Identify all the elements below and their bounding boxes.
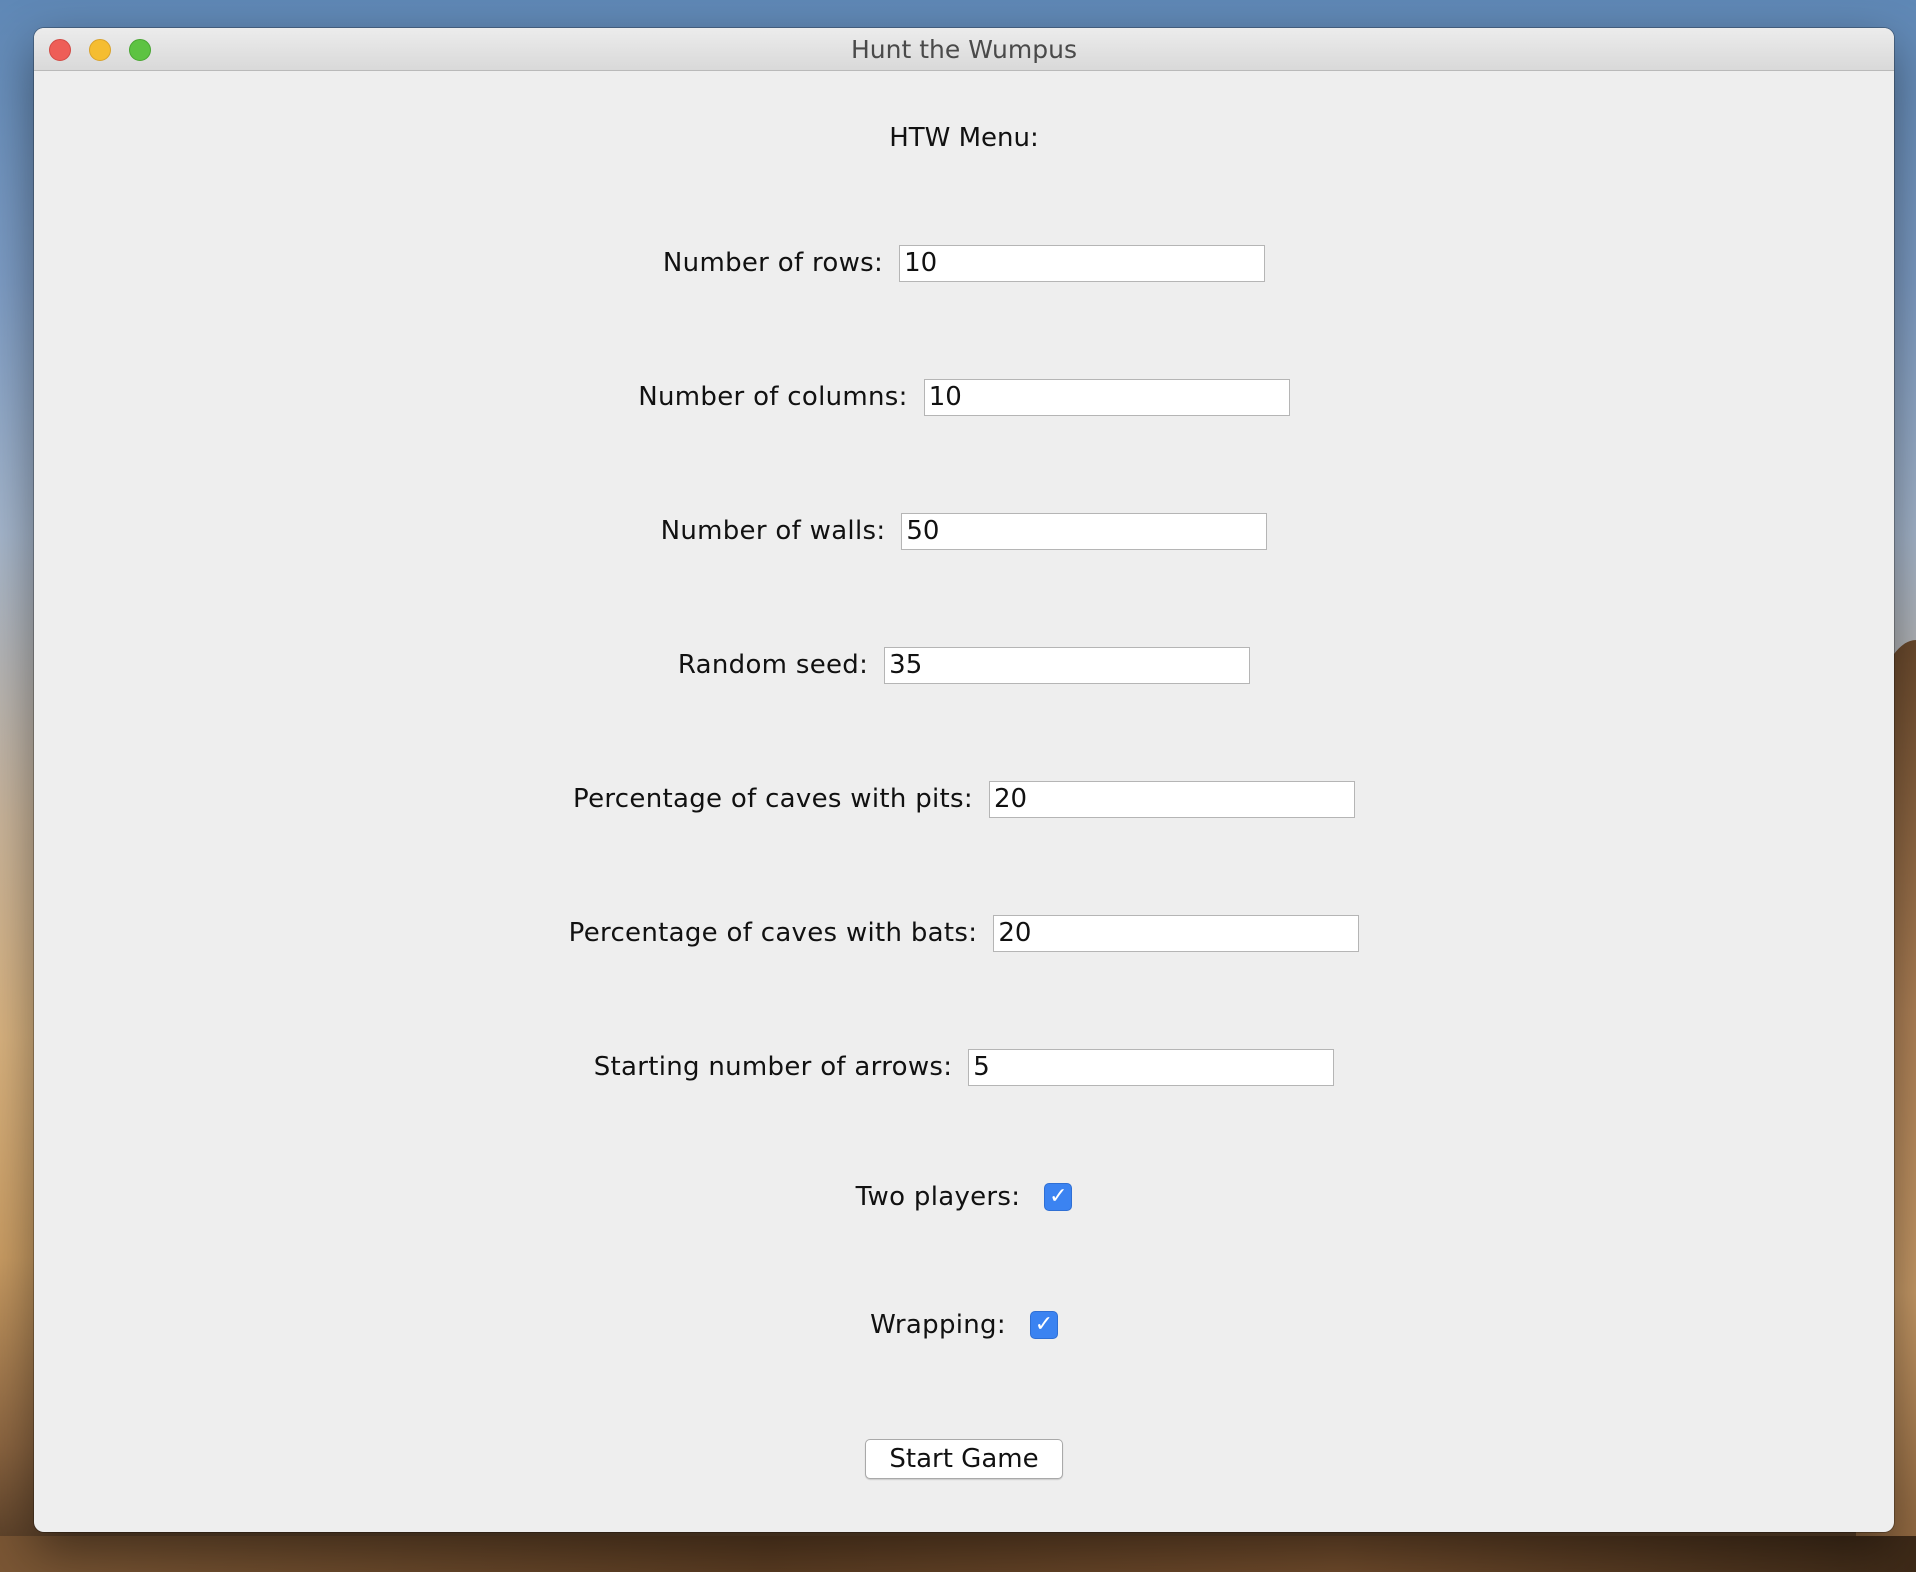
arrows-input[interactable]: [968, 1048, 1335, 1086]
two-players-checkbox[interactable]: ✓: [1044, 1183, 1073, 1211]
bats-label: Percentage of caves with bats:: [568, 918, 978, 948]
walls-setting: Number of walls:: [34, 511, 1894, 551]
pits-input[interactable]: [988, 780, 1355, 818]
title-bar[interactable]: Hunt the Wumpus: [34, 28, 1894, 71]
app-window: Hunt the Wumpus HTW Menu: Number of rows…: [34, 28, 1894, 1532]
arrows-label: Starting number of arrows:: [593, 1052, 953, 1082]
bats-setting: Percentage of caves with bats:: [34, 913, 1894, 953]
check-mark-icon: ✓: [1049, 1184, 1068, 1209]
walls-label: Number of walls:: [660, 516, 886, 546]
rows-label: Number of rows:: [662, 248, 884, 278]
start-game-button[interactable]: Start Game: [865, 1439, 1063, 1479]
rows-input[interactable]: [899, 244, 1266, 282]
pits-setting: Percentage of caves with pits:: [34, 779, 1894, 819]
columns-label: Number of columns:: [638, 382, 908, 412]
rows-setting: Number of rows:: [34, 243, 1894, 283]
menu-panel: HTW Menu: Number of rows: Number of colu…: [34, 71, 1894, 1532]
columns-input[interactable]: [923, 378, 1290, 416]
menu-heading: HTW Menu:: [889, 123, 1039, 153]
wrapping-setting: Wrapping: ✓: [34, 1305, 1894, 1345]
seed-setting: Random seed:: [34, 645, 1894, 685]
seed-input[interactable]: [884, 646, 1251, 684]
columns-setting: Number of columns:: [34, 377, 1894, 417]
arrows-setting: Starting number of arrows:: [34, 1047, 1894, 1087]
wrapping-checkbox[interactable]: ✓: [1029, 1311, 1058, 1339]
bats-input[interactable]: [993, 914, 1360, 952]
pits-label: Percentage of caves with pits:: [573, 784, 973, 814]
check-mark-icon: ✓: [1034, 1312, 1054, 1337]
seed-label: Random seed:: [677, 650, 869, 680]
walls-input[interactable]: [901, 512, 1268, 550]
two-players-label: Two players:: [855, 1182, 1021, 1212]
two-players-setting: Two players: ✓: [34, 1177, 1894, 1217]
window-title: Hunt the Wumpus: [851, 35, 1077, 64]
desktop-dune-shadow: [0, 1536, 1916, 1572]
wrapping-label: Wrapping:: [870, 1310, 1006, 1340]
